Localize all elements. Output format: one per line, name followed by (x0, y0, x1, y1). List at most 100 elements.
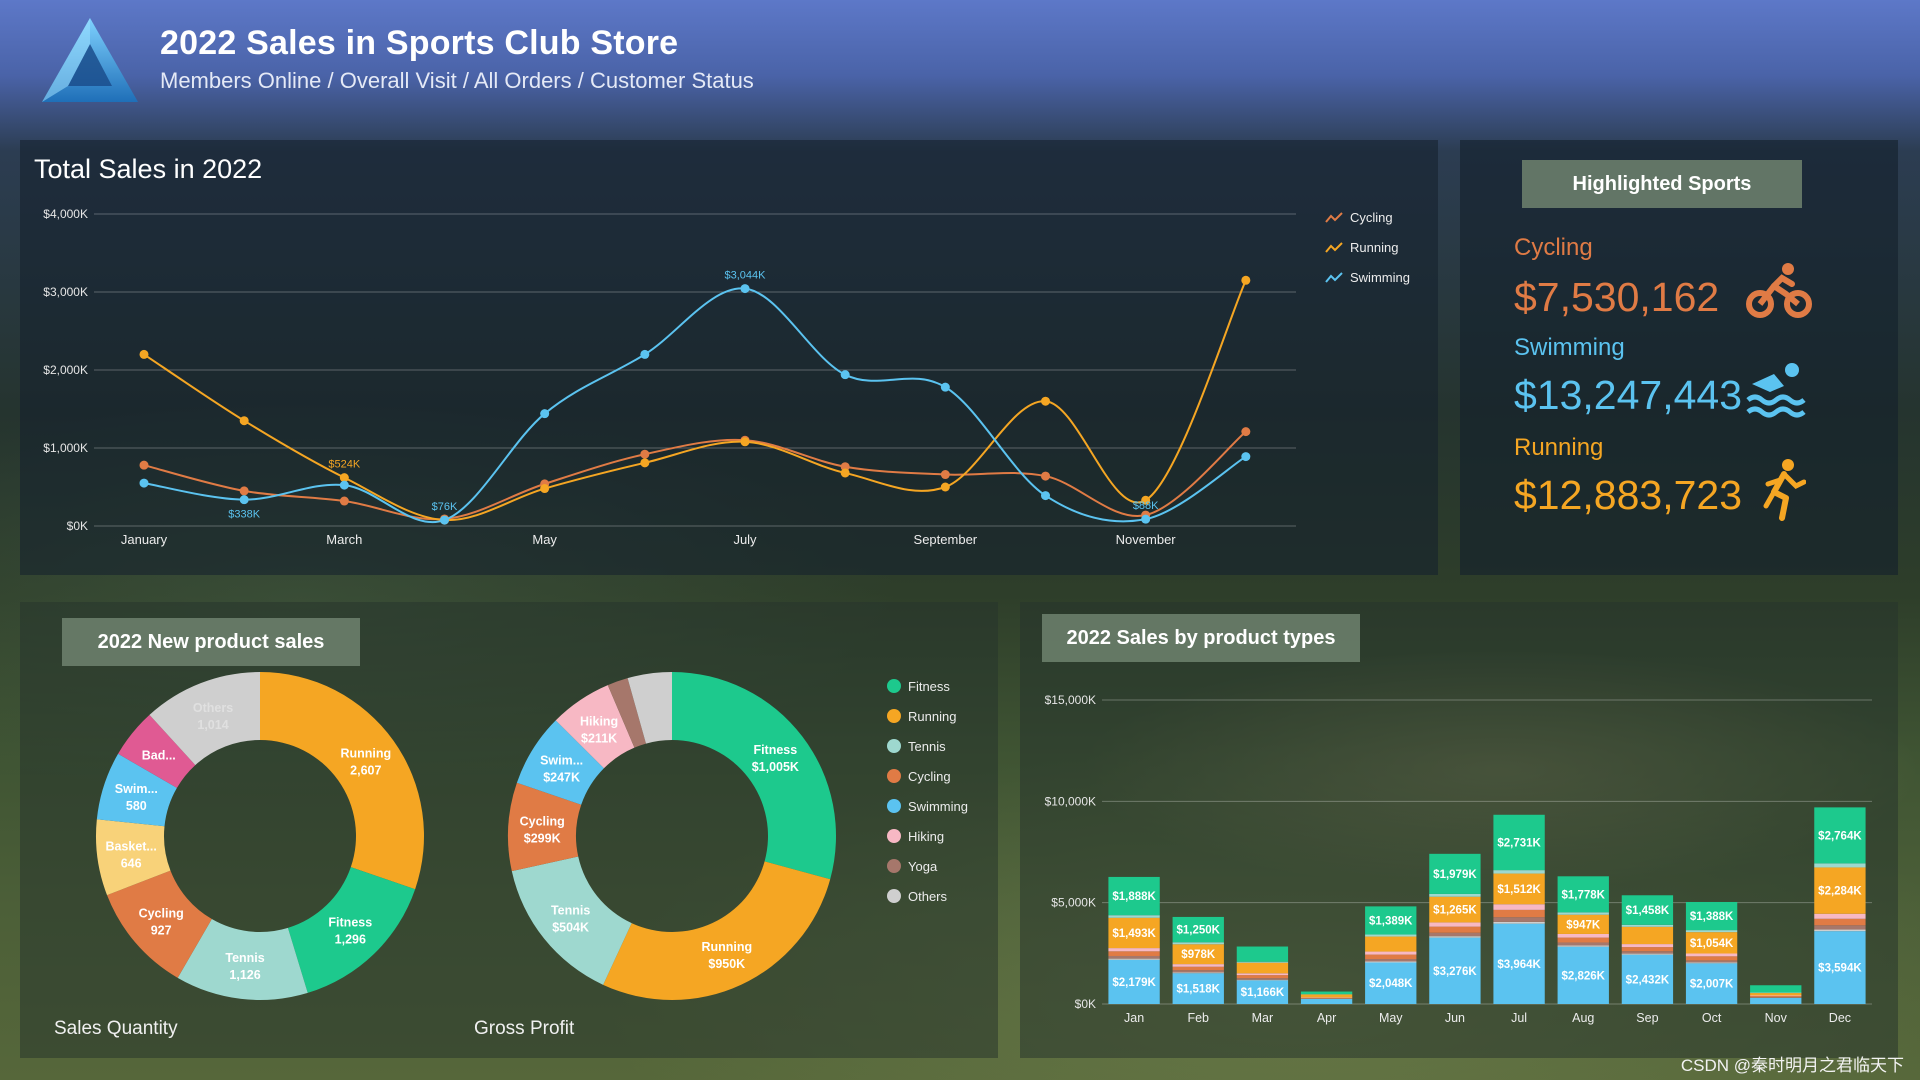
x-tick-label: November (1116, 532, 1177, 547)
data-point-running (139, 349, 149, 359)
header-nav: Members Online / Overall Visit / All Ord… (160, 68, 754, 94)
data-point-running (1041, 396, 1050, 406)
bar-value-label: $1,166K (1241, 987, 1285, 999)
legend-line-icon (1325, 272, 1343, 283)
bar-segment-cycling (1108, 951, 1160, 956)
slice-label: Cycling (139, 906, 184, 920)
data-point-cycling (940, 470, 950, 480)
bar-segment-tennis (1429, 893, 1481, 897)
data-point-swimming (1141, 514, 1151, 524)
highlight-running-value: $12,883,723 (1514, 472, 1743, 518)
bar-segment-others (1557, 945, 1609, 947)
bar-value-label: $3,964K (1497, 959, 1541, 971)
highlighted-sports-title: Highlighted Sports (1522, 160, 1802, 208)
data-point-running (840, 468, 850, 478)
data-point-swimming (1241, 452, 1251, 462)
slice-label: Hiking (580, 714, 618, 728)
x-tick-label: Aug (1572, 1011, 1594, 1025)
legend-dot-running (887, 709, 901, 723)
bar-segment-cycling (1172, 966, 1224, 971)
legend-dot-tennis (887, 739, 901, 753)
legend-label: Hiking (908, 829, 944, 844)
legend-dot-yoga (887, 859, 901, 873)
slice-value: 2,607 (350, 763, 381, 777)
watermark: CSDN @秦时明月之君临天下 (1680, 1056, 1904, 1075)
legend-dot-cycling (887, 769, 901, 783)
highlight-swimming-name: Swimming (1514, 334, 1625, 361)
bar-segment-yoga (1814, 925, 1866, 930)
legend-label: Tennis (908, 739, 946, 754)
bar-segment-others (1365, 961, 1417, 963)
nav-members-online[interactable]: Members Online (160, 68, 321, 93)
bar-value-label: $1,493K (1112, 928, 1156, 940)
bicycle-icon (1746, 263, 1812, 318)
bar-segment-swimming (1750, 997, 1802, 1004)
bar-segment-yoga (1172, 970, 1224, 973)
data-point-cycling (1041, 471, 1050, 481)
bar-value-label: $2,731K (1497, 837, 1541, 849)
highlight-cycling-name: Cycling (1514, 234, 1593, 261)
bar-value-label: $2,764K (1818, 830, 1862, 842)
slice-value: $211K (581, 731, 617, 745)
slice-value: 1,126 (229, 968, 260, 982)
bar-value-label: $1,458K (1626, 905, 1670, 917)
bar-segment-tennis (1108, 915, 1160, 918)
bar-value-label: $1,518K (1177, 984, 1221, 996)
bar-value-label: $1,265K (1433, 905, 1477, 917)
bar-segment-yoga (1108, 955, 1160, 959)
x-tick-label: March (326, 532, 362, 547)
nav-all-orders[interactable]: All Orders (474, 68, 572, 93)
bar-segment-running (1300, 994, 1353, 998)
bar-value-label: $1,250K (1177, 925, 1221, 937)
x-tick-label: May (532, 532, 557, 547)
legend-line-icon (1325, 212, 1343, 223)
bar-segment-yoga (1557, 942, 1609, 946)
x-tick-label: Sep (1636, 1011, 1658, 1025)
bar-segment-others (1108, 958, 1160, 960)
bar-segment-running (1365, 936, 1417, 952)
bar-segment-others (1621, 953, 1674, 955)
slice-value: $1,005K (752, 760, 799, 774)
data-point-swimming (740, 284, 750, 294)
highlighted-sports-panel: Highlighted Sports Cycling $7,530,162 Sw… (1460, 140, 1898, 575)
x-tick-label: Jan (1124, 1011, 1144, 1025)
nav-overall-visit[interactable]: Overall Visit (340, 68, 457, 93)
data-point-swimming (440, 515, 449, 525)
data-point-swimming (540, 409, 550, 419)
bar-segment-others (1685, 962, 1738, 964)
x-tick-label: Mar (1252, 1011, 1274, 1025)
data-label: $76K (432, 501, 458, 513)
nav-customer-status[interactable]: Customer Status (590, 68, 754, 93)
legend-dot-swimming (887, 799, 901, 813)
slice-value: $247K (543, 770, 580, 784)
bar-value-label: $1,512K (1497, 884, 1541, 896)
bar-segment-tennis (1750, 992, 1802, 994)
data-point-cycling (640, 449, 650, 459)
x-tick-label: September (914, 532, 978, 547)
bar-segment-others (1814, 929, 1866, 932)
bar-segment-cycling (1557, 937, 1609, 943)
bar-segment-cycling (1685, 956, 1738, 961)
data-point-running (540, 484, 550, 494)
sales-quantity-label: Sales Quantity (54, 1018, 178, 1039)
bar-segment-tennis (1236, 961, 1289, 963)
page-title: 2022 Sales in Sports Club Store (160, 24, 679, 62)
bar-segment-cycling (1236, 975, 1289, 979)
legend-label: Others (908, 889, 948, 904)
x-tick-label: Dec (1829, 1011, 1851, 1025)
bar-segment-hiking (1750, 995, 1802, 997)
bar-value-label: $2,826K (1562, 970, 1606, 982)
new-product-sales-panel: 2022 New product sales Running 2,607 Fitne… (20, 602, 998, 1058)
slice-value: 580 (126, 799, 147, 813)
bar-value-label: $1,778K (1562, 889, 1606, 901)
x-tick-label: Apr (1317, 1011, 1336, 1025)
slice-value: $504K (552, 920, 589, 934)
bar-value-label: $3,594K (1818, 963, 1862, 975)
x-tick-label: May (1379, 1011, 1403, 1025)
bar-segment-running (1236, 962, 1289, 974)
data-point-cycling (239, 486, 249, 496)
bar-value-label: $947K (1566, 919, 1601, 931)
x-tick-label: Jul (1511, 1011, 1527, 1025)
total-sales-panel: Total Sales in 2022 $0K $1,000K $2,000K $3,… (20, 140, 1438, 575)
nav-separator: / (571, 68, 590, 93)
